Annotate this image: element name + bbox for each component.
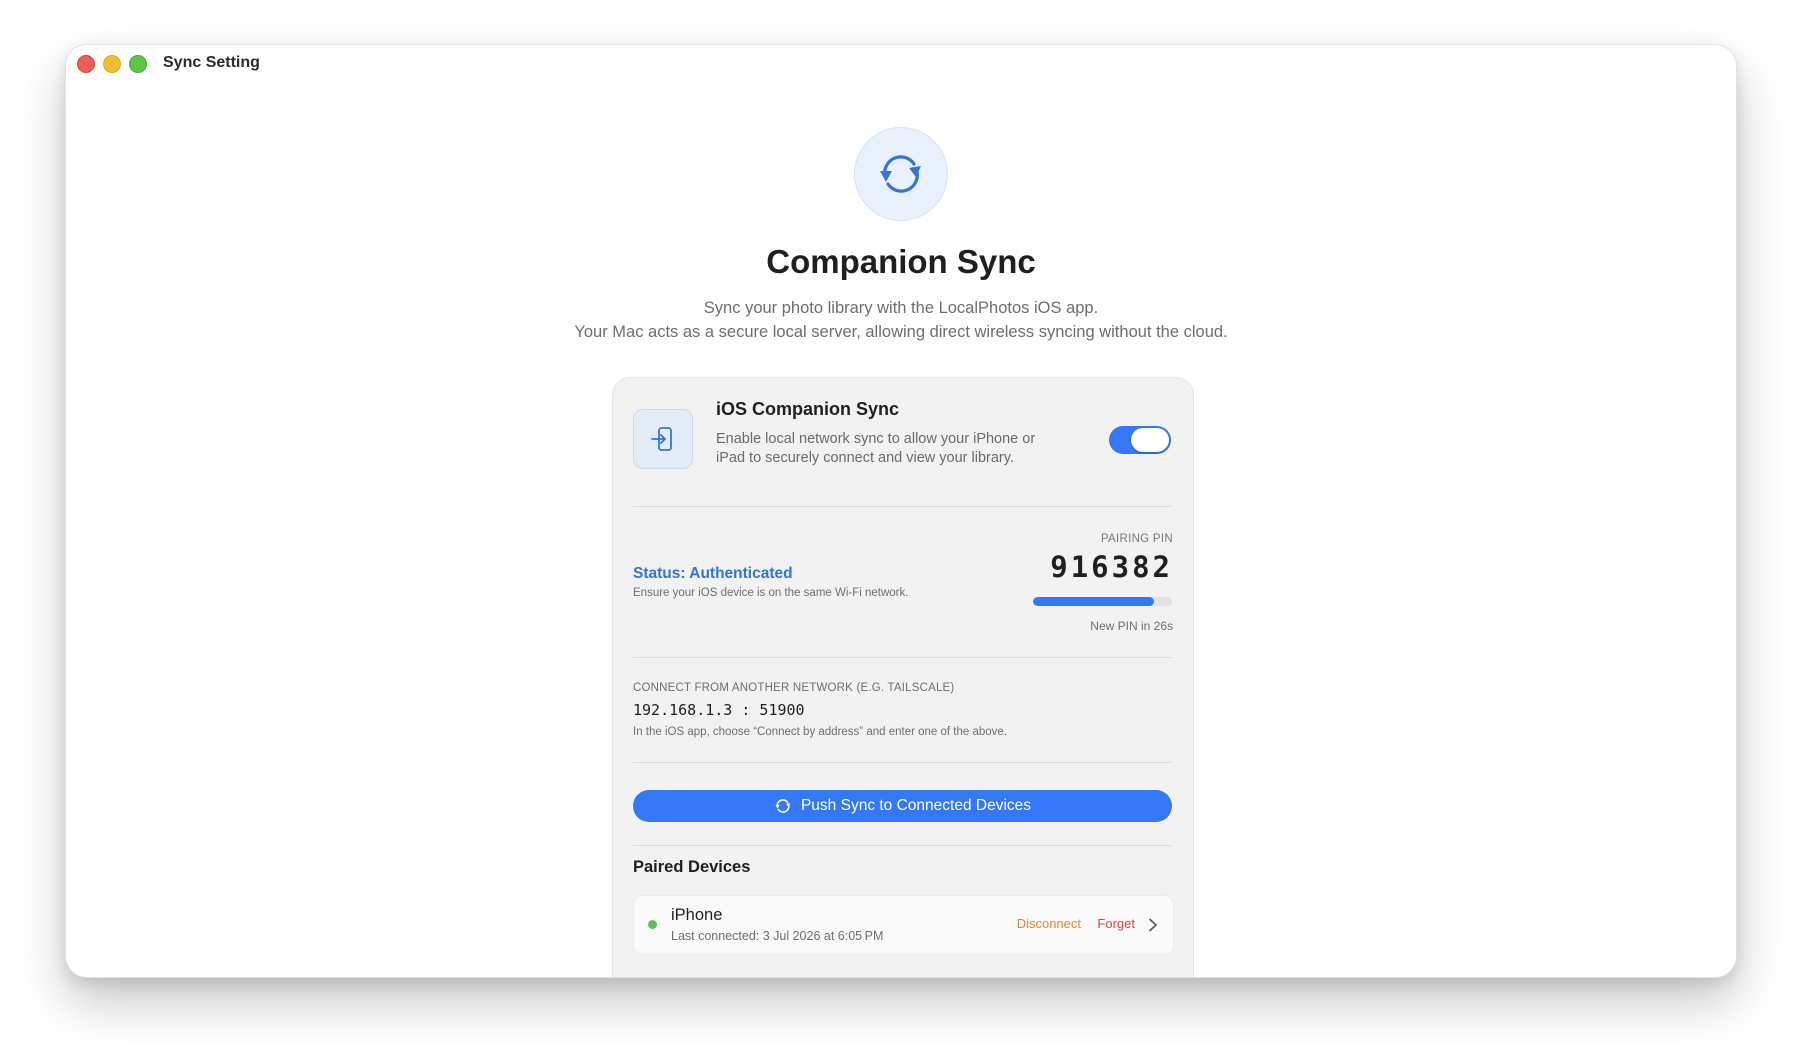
page-title: Companion Sync xyxy=(766,243,1036,280)
divider xyxy=(633,657,1172,658)
sync-section-title: iOS Companion Sync xyxy=(716,399,900,419)
pin-timer-text: New PIN in 26s xyxy=(1090,619,1173,633)
enter-device-icon xyxy=(633,409,693,469)
device-row[interactable]: iPhone Last connected: 3 Jul 2026 at 6:0… xyxy=(633,895,1174,955)
sync-setting-window: Sync Setting Companion Sync Sync your ph… xyxy=(65,44,1737,978)
subtitle-line-1: Sync your photo library with the LocalPh… xyxy=(703,299,1099,317)
title-bar: Sync Setting xyxy=(66,45,1736,85)
toggle-knob xyxy=(1131,428,1169,452)
sync-settings-card: iOS Companion Sync Enable local network … xyxy=(612,377,1194,977)
divider xyxy=(633,506,1172,507)
divider xyxy=(633,762,1172,763)
divider xyxy=(633,845,1172,846)
page-subtitle: Sync your photo library with the LocalPh… xyxy=(66,296,1736,344)
push-sync-button[interactable]: Push Sync to Connected Devices xyxy=(633,790,1172,822)
network-hint: In the iOS app, choose “Connect by addre… xyxy=(633,726,1007,738)
forget-button[interactable]: Forget xyxy=(1097,916,1135,931)
subtitle-line-2: Your Mac acts as a secure local server, … xyxy=(574,323,1228,341)
sync-arrows-icon xyxy=(775,799,791,813)
device-last-connected: Last connected: 3 Jul 2026 at 6:05 PM xyxy=(671,929,884,943)
device-status-dot xyxy=(648,920,657,929)
minimize-window-button[interactable] xyxy=(103,55,121,73)
network-address[interactable]: 192.168.1.3 : 51900 xyxy=(633,701,805,719)
chevron-right-icon[interactable] xyxy=(1145,917,1161,933)
sync-arrows-icon xyxy=(854,127,948,221)
pin-expiry-progress-bar xyxy=(1033,597,1172,606)
pin-expiry-progress-fill xyxy=(1033,597,1154,606)
sync-section-description: Enable local network sync to allow your … xyxy=(716,431,1036,466)
push-sync-button-label: Push Sync to Connected Devices xyxy=(800,797,1032,814)
close-window-button[interactable] xyxy=(77,55,95,73)
pairing-pin-label: PAIRING PIN xyxy=(1100,533,1173,545)
network-label: CONNECT FROM ANOTHER NETWORK (E.G. TAILS… xyxy=(633,682,955,694)
disconnect-button[interactable]: Disconnect xyxy=(1017,916,1081,931)
status-hint: Ensure your iOS device is on the same Wi… xyxy=(633,587,909,599)
zoom-window-button[interactable] xyxy=(129,55,147,73)
pairing-pin-value: 916382 xyxy=(1050,550,1173,584)
device-name: iPhone xyxy=(671,906,723,924)
status-label: Status: Authenticated xyxy=(633,565,793,582)
paired-devices-title: Paired Devices xyxy=(633,858,751,876)
ios-sync-toggle[interactable] xyxy=(1109,426,1171,454)
window-title: Sync Setting xyxy=(163,54,260,71)
